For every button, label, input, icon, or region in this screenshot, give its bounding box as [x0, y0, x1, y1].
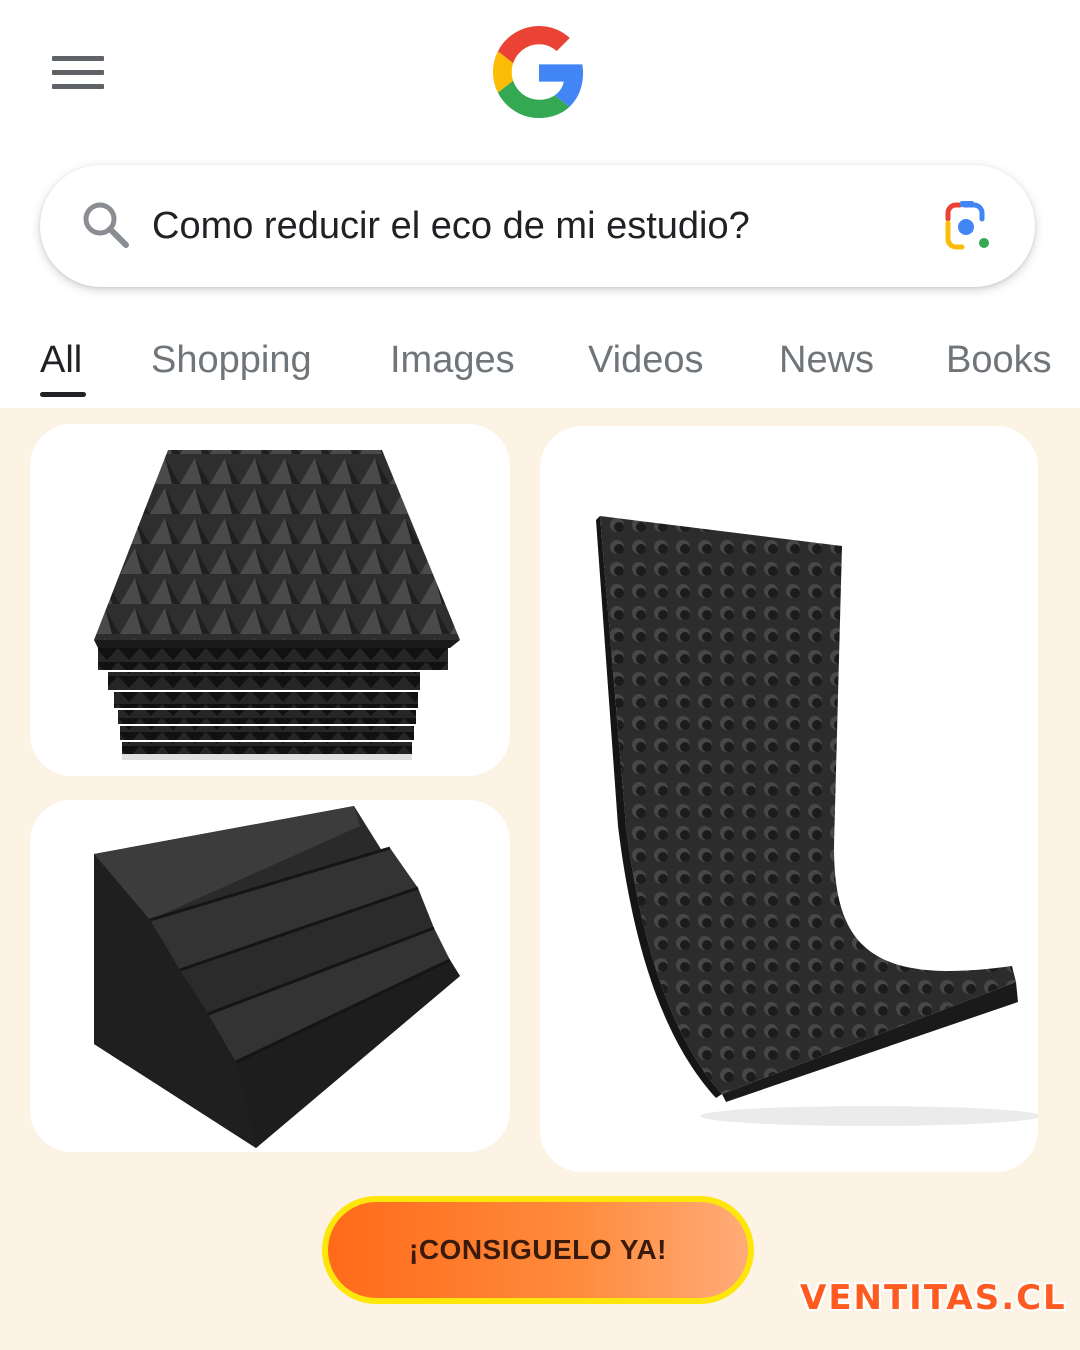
- get-it-now-button[interactable]: ¡CONSIGUELO YA!: [322, 1196, 754, 1304]
- hamburger-menu-icon[interactable]: [52, 56, 106, 90]
- tab-images[interactable]: Images: [390, 338, 515, 382]
- search-icon[interactable]: [80, 199, 132, 251]
- google-lens-icon[interactable]: [940, 199, 998, 255]
- tab-all[interactable]: All: [40, 338, 82, 382]
- result-card-egg-crate-foam[interactable]: [540, 426, 1038, 1172]
- tab-books[interactable]: Books: [946, 338, 1052, 382]
- search-query[interactable]: Como reducir el eco de mi estudio?: [152, 203, 750, 249]
- tab-videos[interactable]: Videos: [588, 338, 704, 382]
- tab-shopping[interactable]: Shopping: [151, 338, 312, 382]
- bass-trap-image: [94, 806, 460, 1148]
- active-tab-indicator: [40, 392, 86, 397]
- tab-news[interactable]: News: [779, 338, 874, 382]
- pyramid-foam-image: [94, 450, 460, 760]
- egg-crate-foam-image: [596, 516, 1038, 1126]
- search-tabs: All Shopping Images Videos News Books: [0, 330, 1080, 400]
- cta-label: ¡CONSIGUELO YA!: [409, 1234, 667, 1265]
- google-g-logo[interactable]: [493, 26, 585, 118]
- result-card-bass-trap[interactable]: [30, 800, 510, 1152]
- brand-logo: VENTITAS.CL: [800, 1278, 1067, 1318]
- result-card-pyramid-foam[interactable]: [30, 424, 510, 776]
